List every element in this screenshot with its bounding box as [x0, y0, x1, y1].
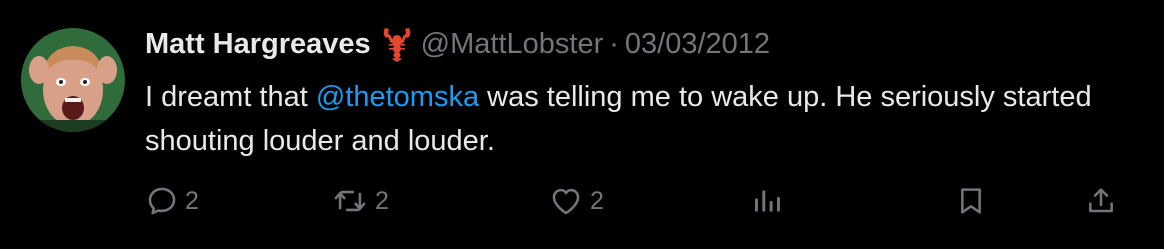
like-icon	[552, 188, 580, 215]
retweet-icon	[334, 190, 366, 212]
tweet-date[interactable]: 03/03/2012	[625, 28, 770, 61]
tweet-text-before: I dreamt that	[145, 81, 316, 113]
avatar-image	[21, 28, 125, 132]
reply-icon	[148, 187, 176, 215]
tweet-card[interactable]: Matt Hargreaves @MattLobster · 03/03/201…	[0, 0, 1164, 249]
views-icon	[755, 190, 780, 212]
like-count: 2	[590, 186, 604, 215]
bookmark-button[interactable]	[955, 181, 987, 221]
reply-count: 2	[185, 186, 199, 215]
avatar[interactable]	[21, 28, 125, 132]
like-button[interactable]: 2	[548, 181, 604, 221]
views-button[interactable]	[751, 181, 783, 221]
share-icon	[1089, 188, 1113, 213]
share-button[interactable]	[1085, 181, 1117, 221]
separator-dot: ·	[609, 27, 619, 60]
retweet-button[interactable]: 2	[331, 181, 389, 221]
retweet-count: 2	[375, 186, 389, 215]
action-bar: 2 2 2	[145, 181, 1125, 221]
user-handle[interactable]: @MattLobster	[421, 28, 604, 61]
tweet-header: Matt Hargreaves @MattLobster · 03/03/201…	[145, 24, 770, 64]
mention-link[interactable]: @thetomska	[316, 81, 479, 113]
lobster-icon	[381, 26, 413, 62]
display-name[interactable]: Matt Hargreaves	[145, 28, 371, 61]
reply-button[interactable]: 2	[145, 181, 199, 221]
bookmark-icon	[961, 188, 981, 214]
tweet-text: I dreamt that @thetomska was telling me …	[145, 75, 1145, 163]
